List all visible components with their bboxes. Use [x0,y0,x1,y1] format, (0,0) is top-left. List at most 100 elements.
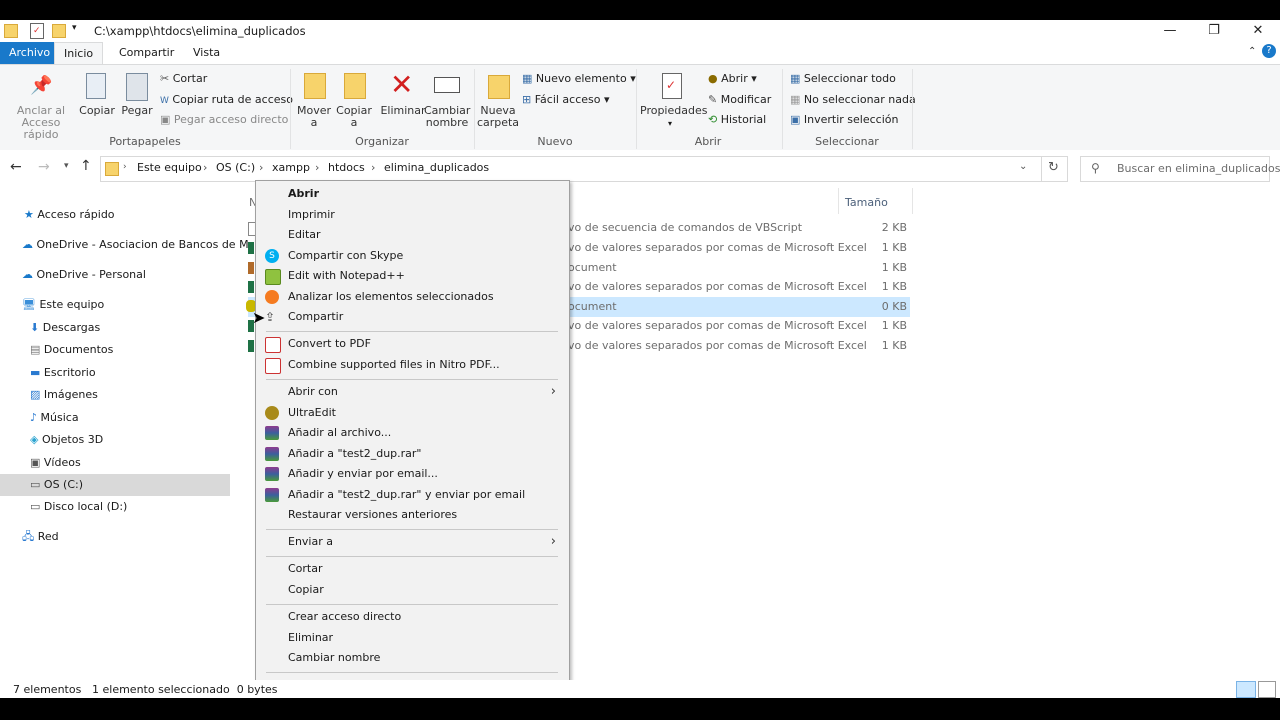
pin-quick-access-button[interactable]: Anclar al Acceso rápido [4,105,78,141]
properties-quick-icon[interactable]: ✓ [30,23,44,39]
nav-objetos-3d[interactable]: ◈ Objetos 3D [30,429,103,451]
menu-item-convert-pdf[interactable]: Convert to PDF [264,334,560,354]
menu-item-skype[interactable]: S Compartir con Skype [264,246,560,266]
images-icon: ▨ [30,388,41,401]
menu-separator [266,672,558,673]
search-input[interactable]: ⚲ Buscar en elimina_duplicados [1080,156,1280,182]
copy-button[interactable]: Copiar [78,105,116,117]
invert-selection-button[interactable]: ▣ Invertir selección [790,113,899,126]
address-bar[interactable]: › Este equipo › OS (C:) › xampp › htdocs… [100,156,1068,182]
details-view-icon[interactable] [1236,681,1256,698]
tab-archivo[interactable]: Archivo [0,42,60,64]
ribbon-separator [636,69,637,149]
recent-locations-icon[interactable]: ▾ [64,161,69,171]
select-none-button[interactable]: ▦ No seleccionar nada [790,93,916,106]
menu-item-nitro[interactable]: Combine supported files in Nitro PDF... [264,355,560,375]
new-folder-button[interactable]: Nueva carpeta [476,105,520,129]
menu-item-open[interactable]: Abrir [264,184,560,204]
menu-item-ultraedit[interactable]: UltraEdit [264,403,560,423]
close-button[interactable]: ✕ [1236,20,1280,42]
history-button[interactable]: ⟲ Historial [708,113,766,126]
up-arrow-icon[interactable]: ↑ [80,158,92,174]
group-portapapeles: Portapapeles [109,135,181,148]
antivirus-icon [265,290,279,304]
open-button[interactable]: ● Abrir ▾ [708,72,757,85]
nav-musica[interactable]: ♪ Música [30,407,79,429]
select-all-icon: ▦ [790,72,801,85]
edit-ribbon-button[interactable]: ✎ Modificar [708,93,771,106]
menu-item-scan[interactable]: Analizar los elementos seleccionados [264,287,560,307]
menu-item-delete[interactable]: Eliminar [264,628,560,648]
nav-red[interactable]: 🖧 Red [22,526,59,548]
nav-documentos[interactable]: ▤ Documentos [30,339,113,361]
move-to-button[interactable]: Mover a [294,105,334,129]
menu-item-add-rar-email[interactable]: Añadir a "test2_dup.rar" y enviar por em… [264,485,560,505]
maximize-button[interactable]: ❐ [1192,20,1236,42]
nav-este-equipo[interactable]: 🖥 Este equipo [22,294,104,316]
menu-item-add-rar[interactable]: Añadir a "test2_dup.rar" [264,444,560,464]
tab-compartir[interactable]: Compartir [110,42,183,64]
tab-vista[interactable]: Vista [184,42,229,64]
menu-item-send-to[interactable]: Enviar a › [264,532,560,552]
music-icon: ♪ [30,411,38,424]
nav-label: Documentos [43,343,114,356]
copy-to-button[interactable]: Copiar a [334,105,374,129]
new-folder-quick-icon[interactable] [52,24,66,38]
tab-inicio[interactable]: Inicio [54,42,104,64]
copy-path-label: Copiar ruta de acceso [172,93,293,106]
easy-access-button[interactable]: ⊞ Fácil acceso ▾ [522,93,610,106]
minimize-button[interactable]: — [1148,20,1192,42]
menu-item-copy[interactable]: Copiar [264,580,560,600]
rename-button[interactable]: Cambiar nombre [424,105,470,129]
help-icon[interactable]: ? [1262,44,1276,58]
nav-onedrive-asociacion[interactable]: ☁ OneDrive - Asociacion de Bancos de M [22,234,249,256]
nav-label: OneDrive - Personal [36,268,146,281]
large-icons-view-icon[interactable] [1258,681,1276,698]
delete-button[interactable]: Eliminar [380,105,426,117]
new-item-button[interactable]: ▦ Nuevo elemento ▾ [522,72,636,85]
address-dropdown-icon[interactable]: ⌄ [1019,161,1027,172]
nav-os-c[interactable]: ▭ OS (C:) [0,474,230,496]
back-arrow-icon[interactable]: ← [10,159,22,175]
paste-button[interactable]: Pegar [118,105,156,117]
menu-item-cut[interactable]: Cortar [264,559,560,579]
refresh-icon[interactable]: ↻ [1048,160,1059,175]
nav-disco-d[interactable]: ▭ Disco local (D:) [30,496,127,518]
breadcrumb-htdocs[interactable]: htdocs [328,161,365,174]
menu-item-edit[interactable]: Editar [264,225,560,245]
menu-separator [266,556,558,557]
properties-button[interactable]: Propiedades [640,105,707,117]
paste-shortcut-icon: ▣ [160,113,171,126]
nav-imagenes[interactable]: ▨ Imágenes [30,384,98,406]
forward-arrow-icon[interactable]: → [38,159,50,175]
menu-item-rename[interactable]: Cambiar nombre [264,648,560,668]
nav-descargas[interactable]: ⬇ Descargas [30,317,100,339]
nav-quick-access[interactable]: ★ Acceso rápido [24,204,115,226]
collapse-ribbon-icon[interactable]: ⌃ [1248,46,1256,57]
file-type: vo de valores separados por comas de Mic… [568,319,867,332]
nav-label: Vídeos [43,456,81,469]
breadcrumb-xampp[interactable]: xampp [272,161,310,174]
menu-item-share[interactable]: ⇪ Compartir [264,307,560,327]
cut-button[interactable]: ✂ Cortar [160,72,207,85]
column-header-size[interactable]: Tamaño [845,196,888,209]
breadcrumb-este-equipo[interactable]: Este equipo [137,161,202,174]
menu-item-print[interactable]: Imprimir [264,205,560,225]
nav-videos[interactable]: ▣ Vídeos [30,452,81,474]
menu-item-notepadpp[interactable]: Edit with Notepad++ [264,266,560,286]
chevron-right-icon: › [203,161,208,174]
breadcrumb-os-c[interactable]: OS (C:) [216,161,255,174]
properties-dropdown-icon[interactable]: ▾ [668,119,672,128]
menu-item-open-with[interactable]: Abrir con › [264,382,560,402]
copy-path-button[interactable]: W Copiar ruta de acceso [160,93,293,106]
paste-shortcut-button[interactable]: ▣ Pegar acceso directo [160,113,288,126]
breadcrumb-elimina-duplicados[interactable]: elimina_duplicados [384,161,489,174]
quick-access-dropdown-icon[interactable]: ▾ [72,23,77,33]
nav-onedrive-personal[interactable]: ☁ OneDrive - Personal [22,264,146,286]
select-all-button[interactable]: ▦ Seleccionar todo [790,72,896,85]
menu-item-create-shortcut[interactable]: Crear acceso directo [264,607,560,627]
menu-item-restore[interactable]: Restaurar versiones anteriores [264,505,560,525]
menu-item-add-email[interactable]: Añadir y enviar por email... [264,464,560,484]
nav-escritorio[interactable]: ▬ Escritorio [30,362,96,384]
menu-item-add-archive[interactable]: Añadir al archivo... [264,423,560,443]
